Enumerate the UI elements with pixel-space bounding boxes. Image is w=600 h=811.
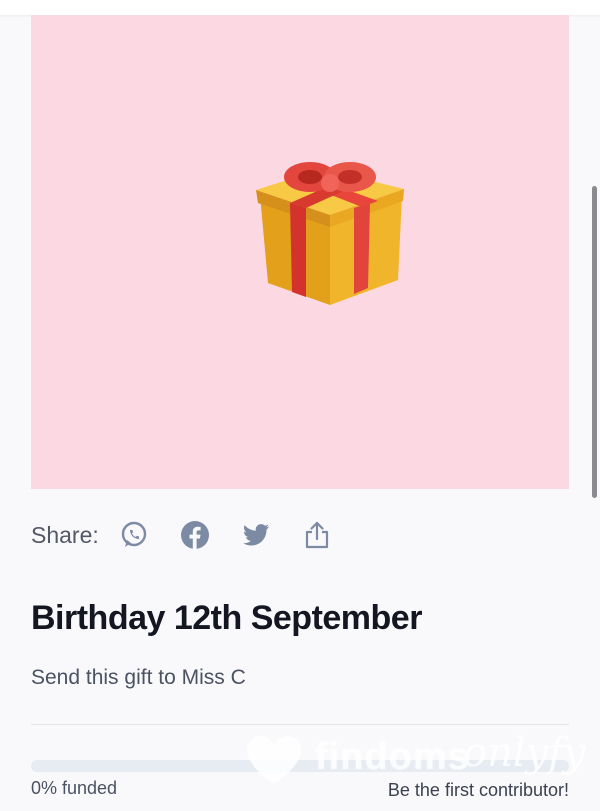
gift-image-area [31,15,569,489]
share-label: Share: [31,521,99,548]
scrollbar[interactable] [592,186,597,498]
watermark-logo: findoms onlyfy [245,728,590,788]
facebook-icon[interactable] [180,520,210,550]
share-upload-icon[interactable] [302,520,332,550]
share-row: Share: [31,515,363,555]
whatsapp-icon[interactable] [119,520,149,550]
first-contributor-text: Be the first contributor! [387,780,569,800]
wrapped-gift-icon [256,162,404,305]
twitter-icon[interactable] [241,520,271,550]
page-title: Birthday 12th September [31,599,422,637]
divider [31,724,569,725]
top-bar [0,0,600,15]
funding-progress-bar [31,760,569,772]
gift-subtitle: Send this gift to Miss C [31,666,246,689]
watermark-brand: findoms [315,736,470,778]
funded-label: 0% funded [31,778,118,798]
